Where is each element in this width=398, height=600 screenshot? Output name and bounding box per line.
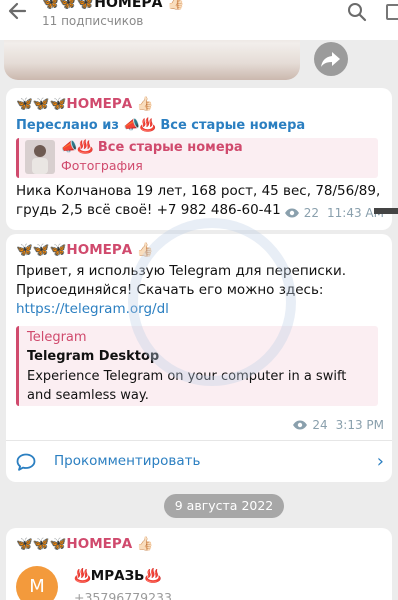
message-text: Привет, я использую Telegram для перепис… — [16, 263, 347, 298]
divider — [374, 208, 398, 214]
comment-button[interactable]: Прокомментировать › — [6, 440, 392, 482]
date-separator: 9 августа 2022 — [164, 494, 284, 518]
message-author[interactable]: 🦋🦋🦋НОМЕРА 👍🏻 — [16, 242, 154, 258]
forwarded-label: Переслано из — [16, 118, 119, 133]
message-author[interactable]: 🦋🦋🦋НОМЕРА 👍🏻 — [16, 536, 154, 552]
reply-subtitle: Фотография — [61, 158, 143, 173]
channel-title[interactable]: 🦋🦋🦋НОМЕРА 👍🏻 — [42, 0, 185, 11]
message-bubble[interactable]: 🦋🦋🦋НОМЕРА 👍🏻 Переслано из 📣♨️ Все старые… — [6, 88, 392, 230]
message-author[interactable]: 🦋🦋🦋НОМЕРА 👍🏻 — [16, 96, 154, 112]
message-time: 3:13 PM — [335, 418, 384, 432]
preview-description: Experience Telegram on your computer in … — [27, 369, 347, 403]
subscriber-count: 11 подписчиков — [42, 14, 144, 28]
comment-bubble-icon — [16, 453, 36, 471]
contact-phone: +35796779233 — [74, 590, 172, 600]
reply-preview[interactable]: 📣♨️ Все старые номера Фотография — [16, 138, 378, 178]
contact-name[interactable]: ♨️МРАЗЬ♨️ — [74, 568, 161, 584]
reply-thumbnail — [25, 140, 55, 174]
forwarded-from[interactable]: Переслано из 📣♨️ Все старые номера — [16, 118, 305, 133]
views-count: 24 — [312, 418, 328, 432]
views-eye-icon — [293, 420, 308, 430]
views-count: 22 — [303, 206, 320, 220]
message-meta: 24 3:13 PM — [292, 418, 384, 432]
comment-label: Прокомментировать — [54, 453, 201, 469]
share-arrow-icon — [321, 52, 340, 67]
views-eye-icon — [284, 208, 299, 218]
forwarded-source[interactable]: 📣♨️ Все старые номера — [123, 118, 305, 133]
message-bubble[interactable]: 🦋🦋🦋НОМЕРА 👍🏻 Привет, я использую Telegra… — [6, 234, 392, 440]
search-icon[interactable] — [347, 2, 367, 22]
preview-title: Telegram Desktop — [27, 349, 160, 364]
chat-header: 🦋🦋🦋НОМЕРА 👍🏻 11 подписчиков — [0, 0, 398, 40]
back-arrow-icon[interactable] — [6, 0, 28, 22]
preview-site: Telegram — [27, 330, 87, 345]
link-preview[interactable]: Telegram Telegram Desktop Experience Tel… — [16, 326, 378, 406]
message-meta: 22 11:43 AM — [284, 206, 384, 220]
chevron-right-icon: › — [376, 451, 384, 472]
message-link[interactable]: https://telegram.org/dl — [16, 301, 169, 317]
reply-title: 📣♨️ Все старые номера — [61, 140, 243, 155]
message-bubble[interactable]: 🦋🦋🦋НОМЕРА 👍🏻 ♨️МРАЗЬ♨️ +35796779233 — [6, 528, 392, 600]
share-button[interactable] — [314, 42, 348, 76]
more-icon[interactable] — [386, 4, 398, 20]
avatar[interactable]: M — [16, 566, 58, 600]
